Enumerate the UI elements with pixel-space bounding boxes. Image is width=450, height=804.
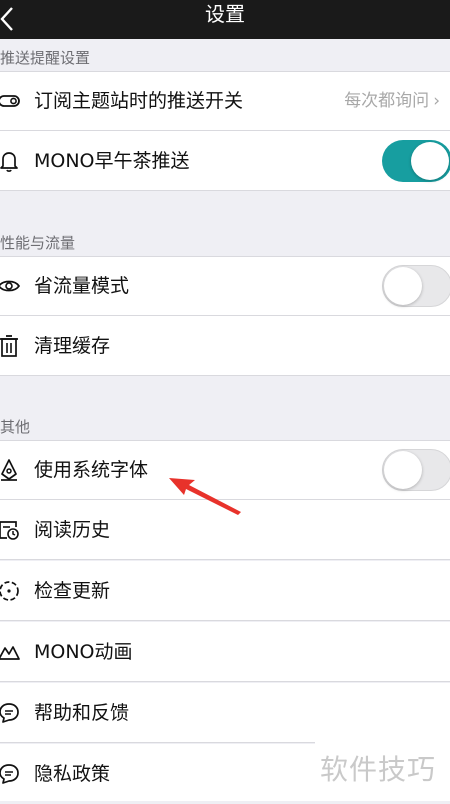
watermark: 软件技巧: [315, 742, 450, 801]
row-value[interactable]: 每次都询问 ›: [344, 71, 440, 131]
row-check-update[interactable]: 检查更新: [0, 561, 450, 621]
toggle-knob: [384, 267, 422, 305]
chat-icon: [0, 764, 19, 784]
bell-icon: [0, 152, 18, 172]
row-help-feedback[interactable]: 帮助和反馈: [0, 683, 450, 743]
row-label: 阅读历史: [34, 519, 111, 541]
section-header-performance: 性能与流量: [0, 234, 76, 252]
toggle-knob: [411, 142, 449, 180]
pen-nib-icon: [1, 459, 17, 481]
chevron-right-icon: ›: [433, 91, 440, 111]
row-label: 省流量模式: [34, 275, 130, 297]
row-subscribe-push[interactable]: 订阅主题站时的推送开关 每次都询问 ›: [0, 71, 450, 131]
row-label: 使用系统字体: [34, 459, 149, 481]
annotation-arrow-icon: [169, 478, 241, 515]
section-header-push: 推送提醒设置: [0, 49, 91, 67]
data-saver-toggle[interactable]: [382, 265, 450, 307]
watermark-text: 软件技巧: [320, 753, 437, 786]
row-mono-brunch-push: MONO早午茶推送: [0, 131, 450, 191]
refresh-icon: [0, 581, 19, 601]
row-clear-cache[interactable]: 清理缓存: [0, 316, 450, 376]
trash-icon: [0, 335, 18, 357]
row-label: 清理缓存: [34, 335, 111, 357]
row-label: 检查更新: [34, 580, 111, 602]
page-title: 设置: [205, 2, 245, 26]
toggle-icon: [0, 95, 20, 107]
row-mono-animation[interactable]: MONO动画: [0, 622, 450, 682]
row-data-saver: 省流量模式: [0, 256, 450, 316]
history-icon: [0, 521, 19, 540]
row-label: 隐私政策: [34, 763, 111, 785]
toggle-knob: [384, 451, 422, 489]
row-label: MONO早午茶推送: [34, 150, 190, 172]
system-font-toggle[interactable]: [382, 449, 450, 491]
mountain-icon: [0, 646, 20, 660]
chat-icon: [0, 703, 19, 723]
top-bar: 设置: [0, 0, 450, 39]
row-label: 订阅主题站时的推送开关: [34, 90, 244, 112]
row-label: MONO动画: [34, 641, 133, 663]
section-header-other: 其他: [0, 418, 31, 436]
eye-icon: [0, 280, 20, 292]
mono-brunch-toggle[interactable]: [382, 140, 450, 182]
row-label: 帮助和反馈: [34, 702, 130, 724]
